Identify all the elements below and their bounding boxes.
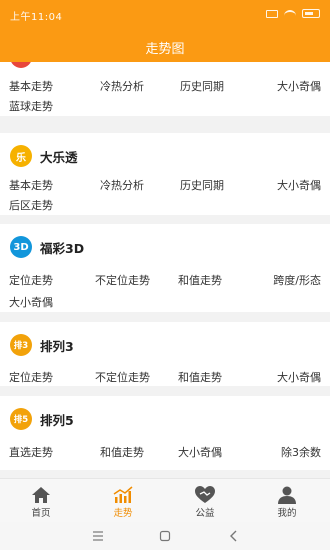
trend-link[interactable]: 历史同期 (180, 177, 224, 193)
fucai3d-badge-icon: 3D (10, 236, 32, 258)
tab-label: 我的 (277, 508, 297, 519)
trend-row: 基本走势 冷热分析 历史同期 大小奇偶 (0, 78, 330, 98)
trend-link[interactable]: 直选走势 (9, 444, 53, 460)
trend-link[interactable]: 跨度/形态 (273, 272, 321, 288)
trend-link[interactable]: 定位走势 (9, 369, 53, 385)
tab-home[interactable]: 首页 (0, 479, 82, 523)
app-root: 上午11:04 走势图 基本走势 冷热分析 历史同期 大小奇偶 蓝球走势 乐 大… (0, 0, 330, 550)
wifi-icon (284, 9, 296, 18)
section-header: 排5 排列5 (10, 408, 74, 430)
section-header: 3D 福彩3D (10, 236, 84, 258)
trend-link[interactable]: 和值走势 (100, 444, 144, 460)
trend-link[interactable]: 和值走势 (178, 369, 222, 385)
trend-list: 基本走势 冷热分析 历史同期 大小奇偶 蓝球走势 乐 大乐透 基本走势 冷热分析… (0, 62, 330, 470)
tab-label: 公益 (195, 508, 215, 519)
trend-row: 直选走势 和值走势 大小奇偶 除3余数 (0, 444, 330, 464)
tab-trend[interactable]: 走势 (82, 479, 164, 523)
trend-row: 大小奇偶 (0, 294, 330, 314)
trend-link[interactable]: 大小奇偶 (9, 294, 53, 310)
trend-link[interactable]: 除3余数 (281, 444, 321, 460)
trend-row: 定位走势 不定位走势 和值走势 跨度/形态 (0, 272, 330, 292)
trend-link[interactable]: 大小奇偶 (277, 177, 321, 193)
tab-mine[interactable]: 我的 (246, 479, 328, 523)
trend-link[interactable]: 基本走势 (9, 177, 53, 193)
charity-heart-icon (195, 486, 215, 503)
section-pailie5: 排5 排列5 直选走势 和值走势 大小奇偶 除3余数 (0, 396, 330, 470)
status-bar: 上午11:04 (0, 0, 330, 28)
section-pailie3: 排3 排列3 定位走势 不定位走势 和值走势 大小奇偶 (0, 322, 330, 386)
header: 上午11:04 走势图 (0, 0, 330, 62)
menu-icon[interactable] (90, 528, 106, 544)
trend-link[interactable]: 基本走势 (9, 78, 53, 94)
section-title: 大乐透 (40, 149, 78, 165)
trend-link[interactable]: 冷热分析 (100, 177, 144, 193)
trend-link[interactable]: 和值走势 (178, 272, 222, 288)
section-title: 排列3 (40, 338, 74, 354)
trend-chart-icon (113, 486, 133, 503)
home-square-icon[interactable] (157, 528, 173, 544)
trend-link[interactable]: 冷热分析 (100, 78, 144, 94)
trend-link[interactable]: 定位走势 (9, 272, 53, 288)
trend-link[interactable]: 后区走势 (9, 197, 53, 213)
bottom-tab-bar: 首页 走势 公益 我的 (0, 478, 330, 522)
section-fucai3d: 3D 福彩3D 定位走势 不定位走势 和值走势 跨度/形态 大小奇偶 (0, 224, 330, 312)
signal-icon (266, 9, 278, 18)
page-title: 走势图 (145, 42, 185, 57)
trend-link[interactable]: 大小奇偶 (178, 444, 222, 460)
daletou-badge-icon: 乐 (10, 145, 32, 167)
trend-link[interactable]: 大小奇偶 (277, 369, 321, 385)
trend-row: 基本走势 冷热分析 历史同期 大小奇偶 (0, 177, 330, 197)
status-icons (266, 9, 320, 18)
back-icon[interactable] (226, 528, 242, 544)
pailie3-badge-icon: 排3 (10, 334, 32, 356)
section-title: 福彩3D (40, 240, 85, 256)
trend-link[interactable]: 蓝球走势 (9, 98, 53, 114)
tab-label: 首页 (31, 508, 51, 519)
battery-icon (302, 9, 320, 18)
user-profile-icon (278, 486, 296, 504)
section-title: 排列5 (40, 412, 74, 428)
trend-link[interactable]: 不定位走势 (95, 272, 150, 288)
trend-row: 定位走势 不定位走势 和值走势 大小奇偶 (0, 369, 330, 389)
section-header: 乐 大乐透 (10, 145, 78, 167)
section-badge-icon (10, 62, 32, 68)
status-time: 上午11:04 (10, 12, 63, 23)
system-nav-bar (0, 522, 330, 550)
tab-label: 走势 (113, 508, 133, 519)
trend-link[interactable]: 历史同期 (180, 78, 224, 94)
pailie5-badge-icon: 排5 (10, 408, 32, 430)
home-icon (32, 487, 50, 503)
section-header: 排3 排列3 (10, 334, 74, 356)
trend-link[interactable]: 大小奇偶 (277, 78, 321, 94)
section-daletou: 乐 大乐透 基本走势 冷热分析 历史同期 大小奇偶 后区走势 (0, 133, 330, 215)
trend-link[interactable]: 不定位走势 (95, 369, 150, 385)
tab-charity[interactable]: 公益 (164, 479, 246, 523)
trend-row: 蓝球走势 (0, 98, 330, 118)
trend-row: 后区走势 (0, 197, 330, 217)
section-shuangseqiu: 基本走势 冷热分析 历史同期 大小奇偶 蓝球走势 (0, 62, 330, 116)
